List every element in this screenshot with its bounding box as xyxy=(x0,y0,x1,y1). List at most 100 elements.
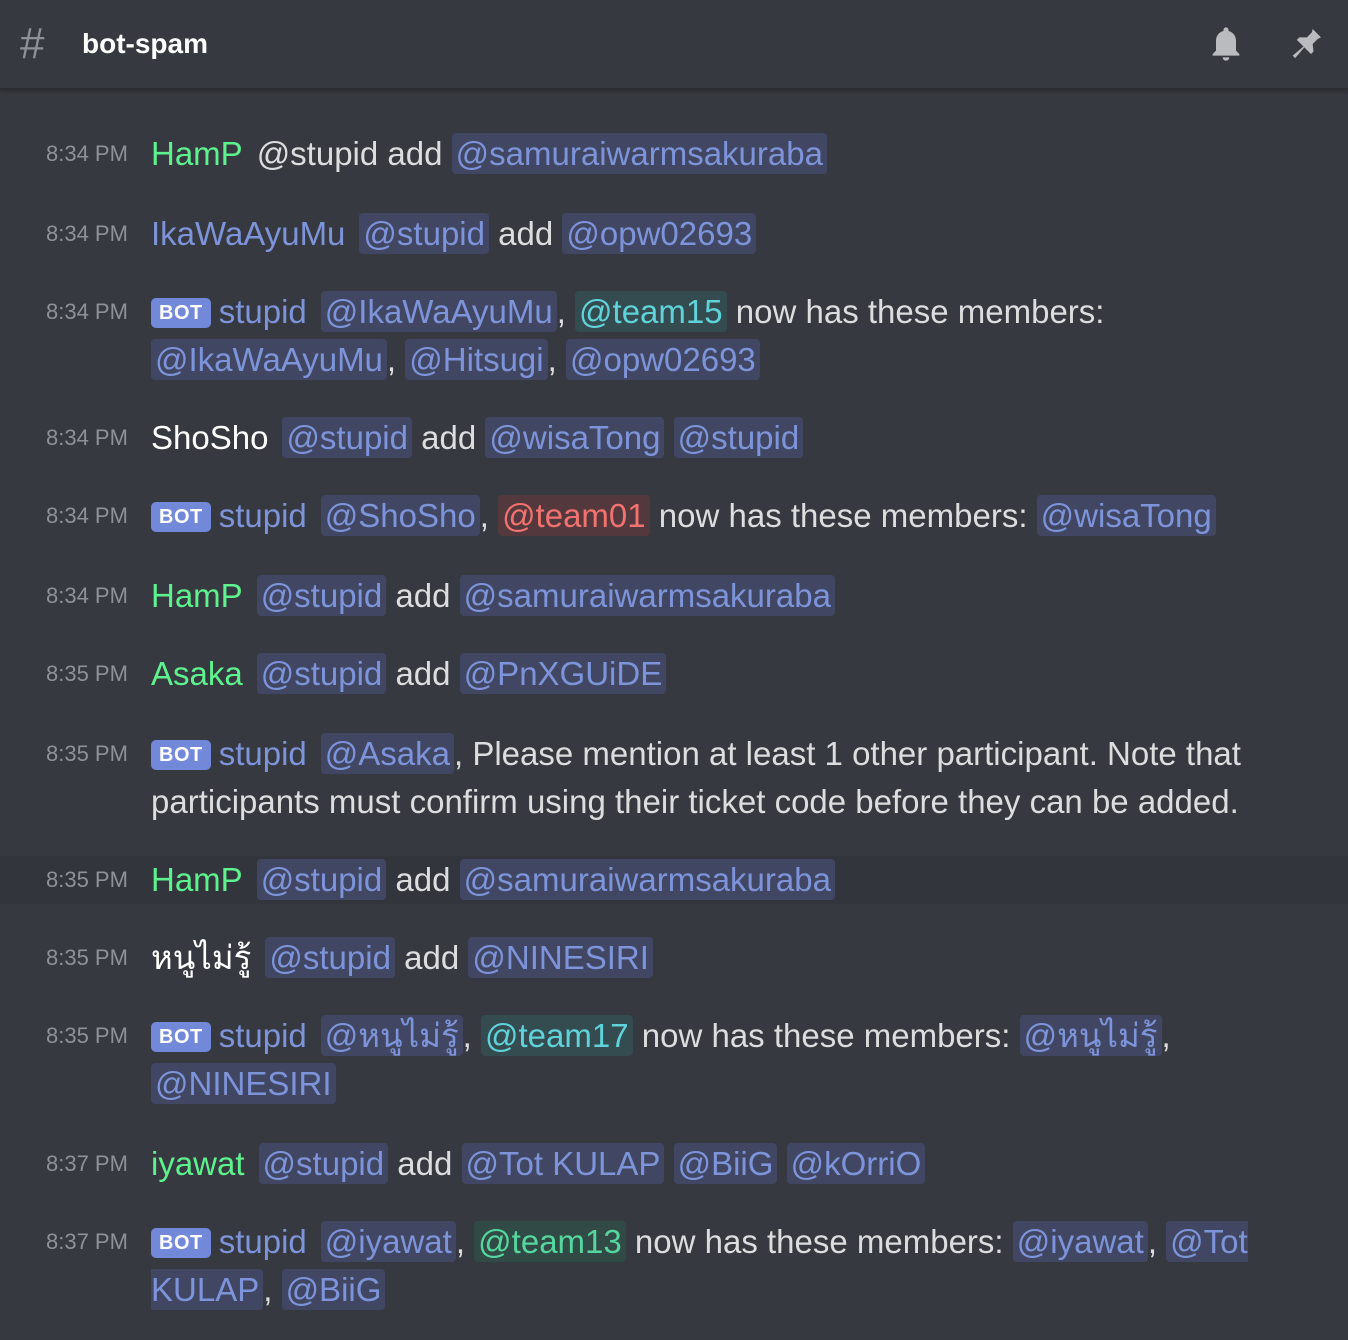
message-text: , xyxy=(462,1017,482,1054)
message-row[interactable]: 8:37 PM iyawat @stupid add @Tot KULAP @Bii… xyxy=(0,1140,1348,1188)
message-author[interactable]: iyawat xyxy=(151,1145,245,1182)
message-row[interactable]: 8:34 PM HamP @stupid add @samuraiwarmsakur… xyxy=(0,130,1348,178)
pin-icon[interactable] xyxy=(1284,22,1328,66)
bot-tag: BOT xyxy=(151,740,211,770)
message-text: , xyxy=(556,293,576,330)
message-author[interactable]: stupid xyxy=(219,293,307,330)
message-body: HamP @stupid add @samuraiwarmsakuraba xyxy=(151,856,835,904)
user-mention[interactable]: @wisaTong xyxy=(1036,495,1216,536)
user-mention[interactable]: @stupid xyxy=(282,417,412,458)
user-mention[interactable]: @iyawat xyxy=(320,1221,456,1262)
message-author[interactable]: ShoSho xyxy=(151,419,268,456)
user-mention[interactable]: @wisaTong xyxy=(485,417,665,458)
message-author[interactable]: stupid xyxy=(219,735,307,772)
user-mention[interactable]: @BiiG xyxy=(673,1143,778,1184)
user-mention[interactable]: @kOrriO xyxy=(786,1143,926,1184)
user-mention[interactable]: @หนูไม่รู้ xyxy=(320,1015,463,1056)
user-mention[interactable]: @stupid xyxy=(359,213,489,254)
user-mention[interactable]: @iyawat xyxy=(1012,1221,1148,1262)
message-row[interactable]: 8:35 PM Asaka @stupid add @PnXGUiDE xyxy=(0,650,1348,698)
message-author[interactable]: Asaka xyxy=(151,655,243,692)
user-mention[interactable]: @samuraiwarmsakuraba xyxy=(451,133,827,174)
message-text: , xyxy=(479,497,499,534)
role-mention[interactable]: @team15 xyxy=(575,291,727,332)
user-mention[interactable]: @opw02693 xyxy=(562,213,757,254)
user-mention[interactable]: @ShoSho xyxy=(320,495,480,536)
user-mention[interactable]: @samuraiwarmsakuraba xyxy=(459,859,835,900)
bot-tag: BOT xyxy=(151,502,211,532)
message-row[interactable]: 8:35 PM BOT stupid @Asaka, Please mention a… xyxy=(0,730,1348,826)
user-mention[interactable]: @PnXGUiDE xyxy=(459,653,667,694)
user-mention[interactable]: @BiiG xyxy=(281,1269,386,1310)
message-row[interactable]: 8:34 PM ShoSho @stupid add @wisaTong @stup… xyxy=(0,414,1348,462)
message-row[interactable]: 8:35 PM หนูไม่รู้ @stupid add @NINESIRI xyxy=(0,934,1348,982)
message-timestamp: 8:37 PM xyxy=(46,1151,128,1176)
role-mention[interactable]: @team01 xyxy=(498,495,650,536)
message-timestamp: 8:34 PM xyxy=(46,503,128,528)
message-text: add xyxy=(386,655,460,692)
message-author[interactable]: stupid xyxy=(219,1017,307,1054)
user-mention[interactable]: @stupid xyxy=(673,417,804,458)
message-row[interactable]: 8:34 PM HamP @stupid add @samuraiwarmsakur… xyxy=(0,572,1348,620)
message-timestamp: 8:34 PM xyxy=(46,221,128,246)
message-author[interactable]: IkaWaAyuMu xyxy=(151,215,345,252)
message-row[interactable]: 8:37 PM BOT stupid @iyawat, @team13 now has… xyxy=(0,1218,1348,1314)
message-timestamp: 8:37 PM xyxy=(46,1229,128,1254)
message-text: now has these members: xyxy=(625,1223,1013,1260)
user-mention[interactable]: @stupid xyxy=(265,937,395,978)
message-text: now has these members: xyxy=(632,1017,1020,1054)
message-row[interactable]: 8:34 PM BOT stupid @ShoSho, @team01 now has… xyxy=(0,492,1348,540)
channel-header: # bot-spam xyxy=(0,0,1348,90)
message-author[interactable]: HamP xyxy=(151,135,243,172)
message-text: , xyxy=(1147,1223,1167,1260)
message-text: add xyxy=(386,861,460,898)
message-author[interactable]: stupid xyxy=(219,1223,307,1260)
message-body: IkaWaAyuMu @stupid add @opw02693 xyxy=(151,210,757,258)
message-text xyxy=(664,1145,673,1182)
user-mention[interactable]: @opw02693 xyxy=(565,339,760,380)
message-row[interactable]: 8:35 PM HamP @stupid add @samuraiwarmsakur… xyxy=(0,856,1348,904)
user-mention[interactable]: @NINESIRI xyxy=(468,937,653,978)
user-mention[interactable]: @Hitsugi xyxy=(405,339,548,380)
user-mention[interactable]: @Asaka xyxy=(320,733,454,774)
user-mention[interactable]: @หนูไม่รู้ xyxy=(1019,1015,1162,1056)
user-mention[interactable]: @stupid xyxy=(258,1143,389,1184)
message-author[interactable]: stupid xyxy=(219,497,307,534)
message-body: iyawat @stupid add @Tot KULAP @BiiG @kOrr… xyxy=(151,1140,926,1188)
user-mention[interactable]: @stupid xyxy=(256,859,387,900)
channel-hash-icon: # xyxy=(20,19,45,68)
user-mention[interactable]: @IkaWaAyuMu xyxy=(320,291,557,332)
message-text: add xyxy=(488,215,563,252)
message-author[interactable]: HamP xyxy=(151,861,243,898)
message-body: BOT stupid @Asaka, Please mention at least… xyxy=(151,730,1308,826)
message-text: now has these members: xyxy=(649,497,1037,534)
role-mention[interactable]: @team13 xyxy=(474,1221,626,1262)
bot-tag: BOT xyxy=(151,298,211,328)
message-row[interactable]: 8:34 PM BOT stupid @IkaWaAyuMu, @team15 now… xyxy=(0,288,1348,384)
user-mention[interactable]: @IkaWaAyuMu xyxy=(151,339,387,380)
user-mention[interactable]: @Tot KULAP xyxy=(461,1143,665,1184)
role-mention[interactable]: @team17 xyxy=(481,1015,633,1056)
message-row[interactable]: 8:34 PM IkaWaAyuMu @stupid add @opw02693 xyxy=(0,210,1348,258)
message-text: , xyxy=(386,341,406,378)
message-timestamp: 8:34 PM xyxy=(46,583,128,608)
message-author[interactable]: หนูไม่รู้ xyxy=(151,939,251,976)
message-text: now has these members: xyxy=(726,293,1105,330)
message-body: BOT stupid @ShoSho, @team01 now has these … xyxy=(151,492,1216,540)
message-body: หนูไม่รู้ @stupid add @NINESIRI xyxy=(151,934,653,982)
message-timestamp: 8:35 PM xyxy=(46,741,128,766)
bell-icon[interactable] xyxy=(1204,22,1248,66)
message-timestamp: 8:35 PM xyxy=(46,867,128,892)
message-text: , Please mention at least 1 other partic… xyxy=(151,735,1241,820)
message-body: BOT stupid @หนูไม่รู้, @team17 now has the… xyxy=(151,1012,1308,1108)
user-mention[interactable]: @stupid xyxy=(256,653,387,694)
message-text: add xyxy=(412,419,486,456)
message-body: BOT stupid @IkaWaAyuMu, @team15 now has th… xyxy=(151,288,1308,384)
message-row[interactable]: 8:35 PM BOT stupid @หนูไม่รู้, @team17 now … xyxy=(0,1012,1348,1108)
message-author[interactable]: HamP xyxy=(151,577,243,614)
user-mention[interactable]: @samuraiwarmsakuraba xyxy=(459,575,835,616)
user-mention[interactable]: @NINESIRI xyxy=(151,1063,336,1104)
user-mention[interactable]: @stupid xyxy=(256,575,387,616)
bot-tag: BOT xyxy=(151,1228,211,1258)
message-body: HamP @stupid add @samuraiwarmsakuraba xyxy=(151,572,835,620)
